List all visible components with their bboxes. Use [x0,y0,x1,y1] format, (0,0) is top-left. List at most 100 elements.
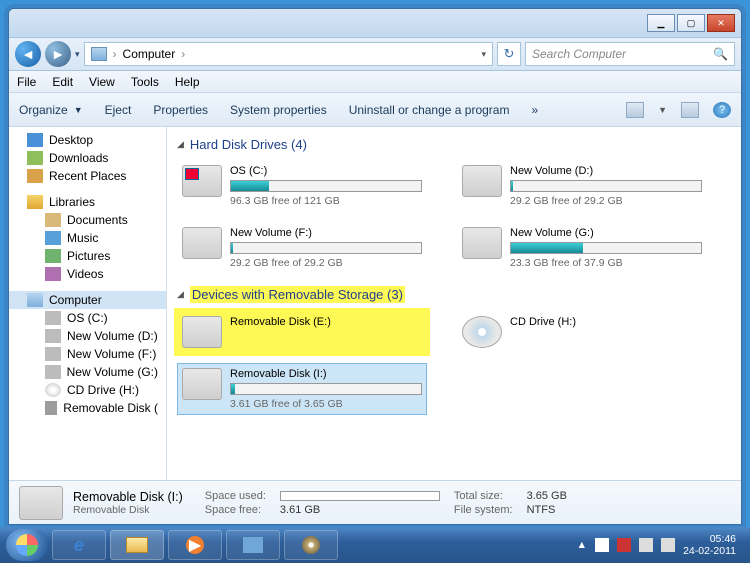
maximize-button[interactable]: ▢ [677,14,705,32]
organize-dropdown-icon[interactable]: ▼ [74,105,83,115]
taskbar-media-player[interactable]: ▶ [168,530,222,560]
start-button[interactable] [6,529,48,561]
sidebar-item-vol-f[interactable]: New Volume (F:) [9,345,166,363]
address-bar[interactable]: › Computer › ▾ [84,42,493,66]
cd-icon [45,383,61,397]
sidebar-item-desktop[interactable]: Desktop [9,131,166,149]
sidebar-item-usb[interactable]: Removable Disk ( [9,399,166,417]
sidebar-label: Music [67,231,98,245]
breadcrumb-sep2[interactable]: › [181,47,185,61]
usb-icon [182,368,222,400]
power-icon[interactable] [639,538,653,552]
menu-help[interactable]: Help [175,75,200,89]
group-removable[interactable]: ◢Devices with Removable Storage (3) [177,286,731,303]
forward-button[interactable]: ► [45,41,71,67]
drive-removable-e[interactable]: Removable Disk (E:) [177,311,427,353]
network-icon[interactable] [617,538,631,552]
sidebar-libraries[interactable]: Libraries [9,193,166,211]
tray-chevron[interactable]: ▲ [577,539,587,551]
sidebar-item-documents[interactable]: Documents [9,211,166,229]
sidebar-item-downloads[interactable]: Downloads [9,149,166,167]
drive-removable-i[interactable]: Removable Disk (I:) 3.61 GB free of 3.65… [177,363,427,415]
minimize-button[interactable]: ▁ [647,14,675,32]
menu-edit[interactable]: Edit [52,75,73,89]
computer-icon [91,47,107,61]
help-icon[interactable]: ? [713,102,731,118]
capacity-bar [230,180,422,192]
libraries-icon [27,195,43,209]
clock[interactable]: 05:46 24-02-2011 [683,533,736,557]
breadcrumb-computer[interactable]: Computer [123,47,176,61]
download-icon [27,151,43,165]
sidebar-item-music[interactable]: Music [9,229,166,247]
taskbar-app[interactable] [226,530,280,560]
taskbar-explorer[interactable] [110,530,164,560]
sidebar-item-pictures[interactable]: Pictures [9,247,166,265]
space-used-label: Space used: [205,490,266,502]
system-properties-button[interactable]: System properties [230,103,327,117]
search-icon: 🔍 [713,47,728,61]
drive-os-c[interactable]: OS (C:) 96.3 GB free of 121 GB [177,160,427,212]
volume-icon[interactable] [661,538,675,552]
menu-bar: File Edit View Tools Help [9,71,741,93]
search-input[interactable]: Search Computer 🔍 [525,42,735,66]
sidebar-label: OS (C:) [67,311,108,325]
capacity-bar [510,180,702,192]
sidebar-label: Removable Disk ( [63,401,158,415]
sidebar-item-os-c[interactable]: OS (C:) [9,309,166,327]
eject-button[interactable]: Eject [105,103,132,117]
uninstall-button[interactable]: Uninstall or change a program [349,103,510,117]
system-tray: ▲ 05:46 24-02-2011 [577,533,744,557]
properties-button[interactable]: Properties [153,103,208,117]
sidebar-label: New Volume (D:) [67,329,158,343]
flag-icon[interactable] [595,538,609,552]
address-dropdown[interactable]: ▾ [481,49,486,60]
sidebar-label: Libraries [49,195,95,209]
capacity-bar [510,242,702,254]
sidebar-label: Documents [67,213,128,227]
explorer-window: ▁ ▢ ✕ ◄ ► ▾ › Computer › ▾ ↻ Search Comp… [8,8,742,525]
sidebar-item-cd-h[interactable]: CD Drive (H:) [9,381,166,399]
sidebar-label: Pictures [67,249,110,263]
computer-icon [27,293,43,307]
main-pane: ◢Hard Disk Drives (4) OS (C:) 96.3 GB fr… [167,127,741,480]
menu-file[interactable]: File [17,75,36,89]
back-button[interactable]: ◄ [15,41,41,67]
taskbar-disc[interactable] [284,530,338,560]
hdd-icon [45,311,61,325]
hdd-icon [182,165,222,197]
sidebar-computer[interactable]: Computer [9,291,166,309]
drive-vol-d[interactable]: New Volume (D:) 29.2 GB free of 29.2 GB [457,160,707,212]
windows-orb-icon [16,534,38,556]
drive-free-text: 29.2 GB free of 29.2 GB [230,257,422,269]
menu-tools[interactable]: Tools [131,75,159,89]
usb-icon [45,401,57,415]
taskbar-ie[interactable]: e [52,530,106,560]
nav-history-dropdown[interactable]: ▾ [75,49,80,60]
sidebar-item-recent[interactable]: Recent Places [9,167,166,185]
refresh-button[interactable]: ↻ [497,42,521,66]
sidebar-item-videos[interactable]: Videos [9,265,166,283]
titlebar: ▁ ▢ ✕ [9,9,741,37]
close-button[interactable]: ✕ [707,14,735,32]
hdd-icon [462,227,502,259]
drive-cd-h[interactable]: CD Drive (H:) [457,311,707,353]
toolbar-overflow[interactable]: » [531,103,538,117]
view-dropdown-icon[interactable]: ▼ [658,105,667,115]
search-placeholder: Search Computer [532,47,626,61]
hdd-icon [45,347,61,361]
sidebar-label: New Volume (G:) [67,365,158,379]
drive-vol-g[interactable]: New Volume (G:) 23.3 GB free of 37.9 GB [457,222,707,274]
menu-view[interactable]: View [89,75,115,89]
drive-vol-f[interactable]: New Volume (F:) 29.2 GB free of 29.2 GB [177,222,427,274]
play-icon: ▶ [186,536,204,554]
space-free-value: 3.61 GB [280,504,440,516]
view-options-icon[interactable] [626,102,644,118]
group-hdd[interactable]: ◢Hard Disk Drives (4) [177,137,731,152]
drive-title: New Volume (G:) [510,227,702,239]
sidebar-item-vol-g[interactable]: New Volume (G:) [9,363,166,381]
organize-button[interactable]: Organize [19,103,68,117]
preview-pane-icon[interactable] [681,102,699,118]
hdd-icon [462,165,502,197]
sidebar-item-vol-d[interactable]: New Volume (D:) [9,327,166,345]
